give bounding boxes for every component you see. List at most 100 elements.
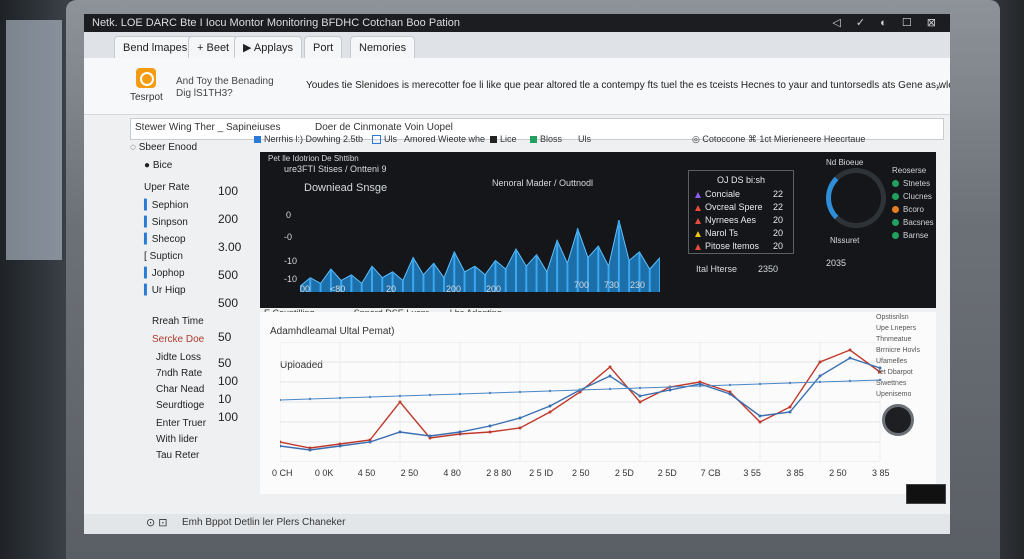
tab-port[interactable]: Port xyxy=(304,36,343,59)
toolbar-item-lice[interactable]: Lice xyxy=(490,134,517,144)
status-list-row[interactable]: Ovcreal Spere 22 xyxy=(695,202,787,212)
toolbar-right-controls[interactable]: ◎ Cotoccone ⌘ 1ct Mierieneere Heecrtaue xyxy=(692,134,865,145)
data-point xyxy=(758,414,762,418)
metric-label: With lider xyxy=(156,434,198,445)
tab-bend-images[interactable]: Bend lmapes xyxy=(114,36,197,59)
sidebar-value: 200 xyxy=(218,212,239,226)
sidebar-item-bice[interactable]: ● Bice xyxy=(144,160,172,171)
data-point xyxy=(428,434,432,438)
sidebar-item-label: Shecop xyxy=(151,234,186,245)
right-legend-item: Ufamelles xyxy=(876,358,908,365)
sidebar-item-shecop[interactable]: ▍Shecop xyxy=(144,234,186,245)
hardware-switch[interactable] xyxy=(906,484,946,504)
panel-title: Pet lle Idotrion De Shttibn xyxy=(268,154,359,163)
header-subtitle-line2: Dig lS1TH3? xyxy=(176,88,233,99)
y-tick: 0 xyxy=(286,210,292,220)
toolbar-label: Uls xyxy=(384,134,397,144)
metric-value: 50 xyxy=(218,330,232,344)
toolbar-label: Amored Wieote whe xyxy=(404,134,486,144)
x-tick-label: 4 50 xyxy=(357,468,376,478)
metric-label: Enter Truer xyxy=(156,418,207,429)
square-icon xyxy=(530,136,537,144)
x-tick: 200 xyxy=(486,284,502,294)
background-left xyxy=(0,0,70,559)
data-point xyxy=(338,396,342,400)
toolbar-item-uls[interactable]: Uls xyxy=(372,134,397,145)
data-point xyxy=(280,440,282,444)
x-tick-label: 2 50 xyxy=(829,468,847,478)
gauge-sub: Nlssuret xyxy=(830,236,860,245)
status-legend-label: Stnetes xyxy=(903,179,931,188)
sidebar-value: 500 xyxy=(218,268,239,282)
status-legend-item: Bacsnes xyxy=(892,218,934,227)
toolbar-item-download[interactable]: Nerrhis l:) Dowhing 2.5tb xyxy=(254,134,363,144)
metric-label: Jidte Loss xyxy=(156,352,202,363)
data-point xyxy=(818,380,822,384)
data-point xyxy=(488,424,492,428)
status-list: OJ DS bi:sh Conciale 22 Ovcreal Spere 22 N… xyxy=(688,170,794,254)
sidebar-item-sinpson[interactable]: ▍Sinpson xyxy=(144,217,188,228)
bar-icon: ▍ xyxy=(144,234,152,245)
gauge-value: 2035 xyxy=(826,258,847,268)
data-point xyxy=(488,430,492,434)
metric-label: Seurdtioge xyxy=(156,400,205,411)
data-point xyxy=(848,379,852,383)
x-tick: 00 xyxy=(300,284,311,294)
data-point xyxy=(728,383,732,387)
sidebar-item-supticn[interactable]: [ Supticn xyxy=(144,251,183,262)
x-tick: 700 xyxy=(574,280,590,290)
metric-value: 100 xyxy=(218,374,239,388)
status-list-row[interactable]: Pitose ltemos 20 xyxy=(695,241,787,251)
tab-label: Port xyxy=(313,42,334,54)
sidebar-item-ur-hiqp[interactable]: ▍Ur Hiqp xyxy=(144,285,186,296)
x-tick-label: 0 0K xyxy=(314,468,334,478)
footer-icons[interactable]: ⊙ ⊡ xyxy=(146,516,168,529)
data-point xyxy=(368,395,372,399)
sidebar-item-jophop[interactable]: ▍Jophop xyxy=(144,268,185,279)
metric-label: 7ndh Rate xyxy=(156,368,203,379)
toolbar-item-amored[interactable]: Amored Wieote whe xyxy=(404,134,485,144)
data-point xyxy=(638,394,642,398)
triangle-icon xyxy=(695,204,701,211)
data-point xyxy=(788,381,792,385)
right-legend-item: Upenisemo xyxy=(876,391,912,398)
right-legend-item: Thnmeatue xyxy=(876,336,912,343)
data-point xyxy=(608,374,612,378)
status-list-row[interactable]: Conciale 22 xyxy=(695,189,787,199)
toolbar-item-bloss[interactable]: Bloss xyxy=(530,134,562,144)
sidebar-item-sephion[interactable]: ▍Sephion xyxy=(144,200,188,211)
tab-nemories[interactable]: Nemories xyxy=(350,36,416,59)
status-legend-item: Barnse xyxy=(892,231,934,240)
tab-applays[interactable]: ▶ Applays xyxy=(234,36,303,59)
data-point xyxy=(638,386,642,390)
y-tick: -0 xyxy=(284,232,293,242)
data-point xyxy=(758,420,762,424)
toolbar-label: Uls xyxy=(578,134,591,144)
x-tick-label: 3 55 xyxy=(743,468,761,478)
status-list-row[interactable]: Nyrnees Aes 20 xyxy=(695,215,787,225)
x-tick: 20 xyxy=(386,284,397,294)
play-icon: ▶ xyxy=(243,42,254,54)
sidebar-item-speed[interactable]: ◌ Sbeer Enood xyxy=(130,142,197,153)
sidebar-item-label: Supticn xyxy=(149,251,183,262)
sidebar-item-label: Jophop xyxy=(151,268,185,279)
data-point xyxy=(668,385,672,389)
metric-value: 10 xyxy=(218,392,232,406)
download-panel: Pet lle Idotrion De Shttibn ure3FTI Stis… xyxy=(260,152,936,308)
metric-label: Tau Reter xyxy=(156,450,200,461)
power-button[interactable] xyxy=(882,404,914,436)
triangle-icon xyxy=(695,191,701,198)
tab-beet[interactable]: + Beet xyxy=(188,36,239,59)
data-point xyxy=(848,356,852,360)
sidebar-item-uper-rate[interactable]: Uper Rate xyxy=(144,182,190,193)
window-controls[interactable]: ◁ ✓ ◐ ☐ ⊠ xyxy=(832,14,942,32)
app-logo[interactable] xyxy=(136,68,156,88)
metric-label: Char Nead xyxy=(156,384,205,395)
status-list-label: Pitose ltemos xyxy=(705,241,760,251)
data-point xyxy=(758,382,762,386)
toolbar-label: Lice xyxy=(500,134,517,144)
status-dot-icon xyxy=(892,206,899,214)
status-list-row[interactable]: Narol Ts 20 xyxy=(695,228,787,238)
chevron-right-icon[interactable]: › xyxy=(935,78,940,94)
toolbar-item-uls-2[interactable]: Uls xyxy=(578,134,591,144)
